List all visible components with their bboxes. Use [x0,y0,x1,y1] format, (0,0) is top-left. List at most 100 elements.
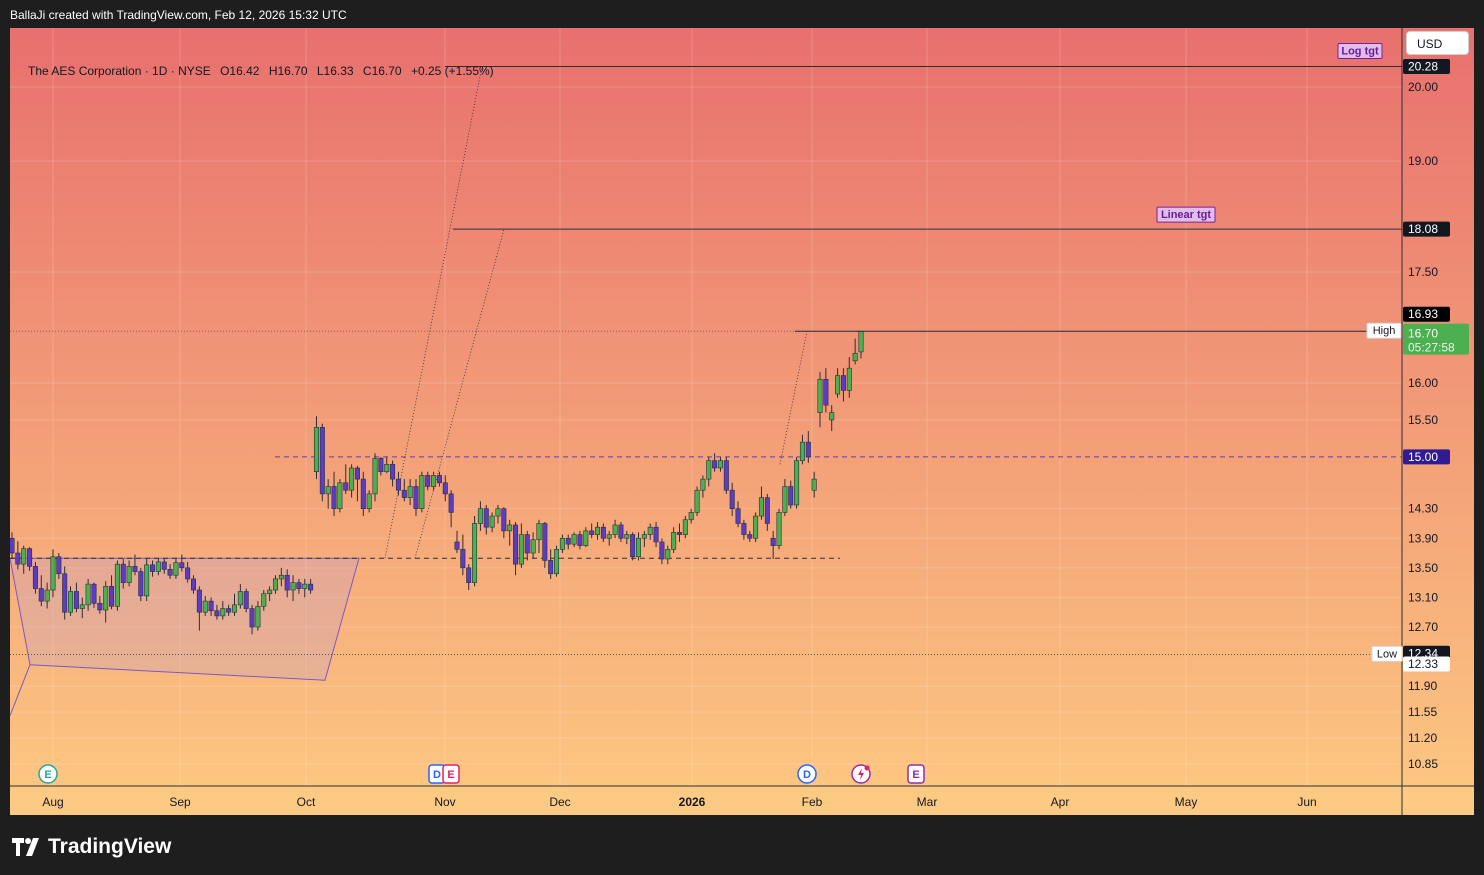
candle-body [138,571,144,597]
top-bar: BallaJi created with TradingView.com, Fe… [0,0,1484,28]
candle-body [150,564,156,572]
candle-body [372,458,378,495]
price-tag-text: 15.00 [1408,450,1438,464]
price-chart[interactable]: Aug Sep Oct Nov Dec 2026 Feb Mar Apr May Jun 20.00… [10,28,1474,815]
candle-body [249,608,255,628]
candle-body [68,591,74,613]
candle-body [846,367,852,391]
candle-body [395,478,401,491]
level-label: Low [1371,645,1403,662]
level-label-text: Linear tgt [1161,209,1211,221]
candle-body [799,441,805,461]
candle-body [489,515,495,528]
candle-body [805,441,811,458]
candle-body [208,600,214,612]
candle-body [38,588,44,602]
price-tick-label: 11.20 [1408,731,1437,745]
event-marker: E [907,764,925,784]
price-tick-label: 13.90 [1408,531,1438,545]
candle-body [817,378,823,413]
candle-body [120,563,126,583]
candle-body [717,460,723,469]
candle-body [676,532,682,535]
price-tick-label: 13.10 [1408,590,1438,604]
candle-body [167,569,173,576]
candle-body [278,574,284,580]
candle-body [477,508,483,524]
candle-body [811,478,817,491]
candle-body [390,464,396,480]
price-tag-text: 18.08 [1408,222,1438,236]
event-letter: E [447,769,454,781]
candle-body [688,512,694,521]
time-tick-label: Apr [1051,795,1070,809]
price-tick-label: 17.50 [1408,265,1438,279]
candle-body [518,534,524,565]
candle-body [97,603,103,611]
candle-body [700,478,706,491]
chart-background [10,28,1474,815]
candle-body [858,330,864,353]
candle-body [50,556,56,591]
candle-body [729,489,735,509]
time-tick-label: Dec [549,795,570,809]
candle-body [407,486,413,498]
candle-body [56,556,62,575]
candle-body [360,478,366,509]
event-marker: E [38,764,58,784]
current-price-text: 16.70 [1408,327,1438,341]
candle-body [835,375,841,395]
level-label-text: Log tgt [1341,45,1379,57]
candle-body [62,573,68,613]
time-tick-label: Nov [434,795,455,809]
candle-body [513,524,519,565]
price-tick-label: 13.50 [1408,561,1438,575]
candle-body [267,589,273,595]
price-tick-label: 11.55 [1408,705,1437,719]
candle-body [589,530,595,535]
time-axis-band [10,786,1474,815]
candle-body [191,578,197,591]
candle-body [91,583,97,604]
level-label-text: High [1373,325,1396,337]
candle-body [583,530,589,546]
candle-body [296,582,302,589]
candle-body [425,475,431,487]
candle-body [776,512,782,546]
price-tag-text: 20.28 [1408,59,1438,73]
candle-body [559,537,565,550]
candle-body [337,482,343,509]
price-tag: 12.33 [1403,656,1450,672]
candle-body [829,412,835,421]
candle-body [290,582,296,591]
candle-body [782,486,788,513]
candle-body [132,566,138,572]
current-price-tag: 16.7005:27:58 [1403,323,1469,355]
candle-body [214,610,220,617]
time-tick-label: Feb [802,795,823,809]
countdown-text: 05:27:58 [1408,341,1455,355]
candle-body [565,537,571,545]
time-tick-label: Aug [42,795,63,809]
candle-body [231,604,237,613]
candle-body [419,475,425,509]
candle-body [226,608,232,613]
candle-body [618,524,624,539]
candle-body [313,427,319,473]
time-tick-label: Sep [169,795,191,809]
tradingview-logo[interactable]: TradingView [12,835,171,859]
candle-body [770,537,776,546]
candle-body [612,524,618,535]
candle-body [179,562,185,569]
candle-body [384,464,390,473]
event-dot [864,765,870,771]
candle-body [530,539,536,554]
price-tag-text: 16.93 [1408,307,1438,321]
candle-body [32,566,38,589]
currency-button[interactable]: USD [1406,31,1469,55]
candle-body [823,378,829,406]
candle-body [577,534,583,546]
time-tick-label: 2026 [679,795,706,809]
candle-body [454,541,460,550]
chart-frame[interactable]: Aug Sep Oct Nov Dec 2026 Feb Mar Apr May Jun 20.00… [10,28,1474,815]
